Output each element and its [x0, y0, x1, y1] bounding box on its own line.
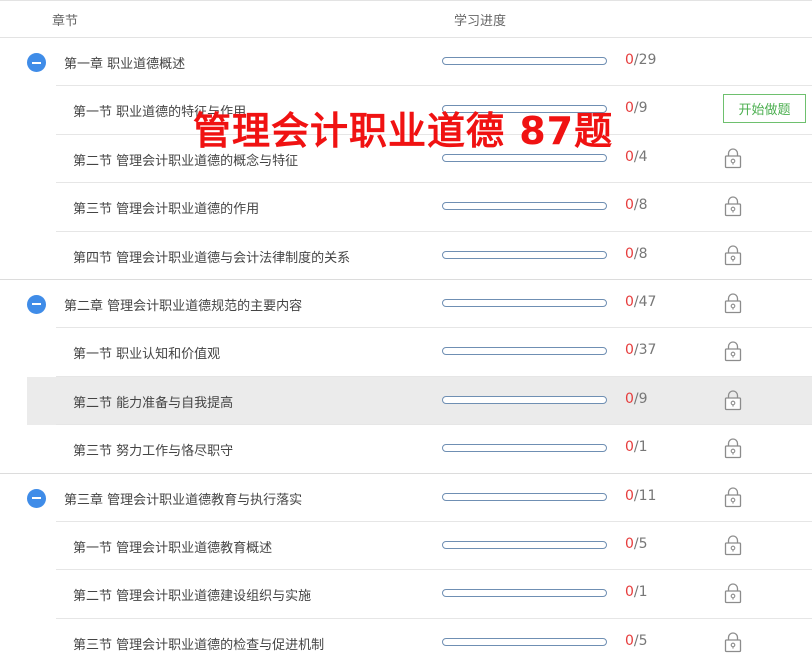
done-count: 0: [625, 293, 634, 310]
progress-bar: [442, 637, 607, 646]
chapter-row[interactable]: 第三章 管理会计职业道德教育与执行落实 0/11: [0, 474, 812, 523]
done-count: 0: [625, 632, 634, 649]
total-count: /8: [633, 245, 648, 262]
lock-icon: [724, 631, 742, 653]
lock-icon: [724, 292, 742, 314]
progress-bar: [442, 298, 607, 307]
total-count: /8: [633, 197, 648, 214]
done-count: 0: [625, 197, 634, 214]
lock-icon: [724, 244, 742, 266]
lock-icon: [724, 195, 742, 217]
total-count: /4: [633, 148, 648, 165]
progress-bar: [442, 57, 607, 65]
progress-count: 0/9: [625, 100, 648, 116]
progress-bar: [442, 492, 607, 501]
row-title: 第一节 管理会计职业道德教育概述: [73, 540, 273, 556]
chapter-row[interactable]: 第一章 职业道德概述 0/29: [0, 38, 812, 87]
row-title: 第三章 管理会计职业道德教育与执行落实: [64, 492, 303, 508]
progress-count: 0/9: [625, 391, 648, 407]
done-count: 0: [625, 390, 634, 407]
row-title: 第一章 职业道德概述: [64, 57, 186, 72]
done-count: 0: [625, 52, 634, 68]
done-count: 0: [625, 100, 634, 117]
section-row[interactable]: 第四节 管理会计职业道德与会计法律制度的关系 0/8: [0, 232, 812, 281]
done-count: 0: [625, 439, 634, 456]
total-count: /29: [633, 52, 657, 68]
done-count: 0: [625, 584, 634, 601]
total-count: /11: [633, 487, 657, 504]
progress-count: 0/47: [625, 294, 656, 310]
progress-bar: [442, 540, 607, 549]
section-row[interactable]: 第二节 能力准备与自我提高 0/9: [0, 376, 812, 426]
total-count: /47: [633, 293, 657, 310]
total-count: /9: [633, 100, 648, 117]
row-title: 第三节 管理会计职业道德的检查与促进机制: [73, 637, 325, 653]
done-count: 0: [625, 535, 634, 552]
section-row[interactable]: 第三节 努力工作与恪尽职守 0/1: [0, 425, 812, 474]
row-title: 第四节 管理会计职业道德与会计法律制度的关系: [73, 250, 351, 266]
progress-column-header: 学习进度: [454, 14, 507, 29]
section-row[interactable]: 第一节 管理会计职业道德教育概述 0/5: [0, 522, 812, 571]
total-count: /37: [633, 342, 657, 359]
progress-count: 0/1: [625, 439, 648, 455]
watermark-title: 管理会计职业道德 87题: [193, 109, 614, 153]
progress-count: 0/37: [625, 342, 656, 358]
section-row[interactable]: 第二节 管理会计职业道德建设组织与实施 0/1: [0, 570, 812, 620]
total-count: /1: [633, 584, 648, 601]
collapse-toggle-icon[interactable]: [27, 53, 46, 72]
section-row[interactable]: 第三节 管理会计职业道德的作用 0/8: [0, 183, 812, 232]
done-count: 0: [625, 148, 634, 165]
lock-icon: [724, 389, 742, 411]
row-title: 第三节 努力工作与恪尽职守: [73, 444, 234, 460]
lock-icon: [724, 486, 742, 508]
row-title: 第二章 管理会计职业道德规范的主要内容: [64, 298, 303, 314]
done-count: 0: [625, 245, 634, 262]
lock-icon: [724, 147, 742, 169]
collapse-toggle-icon[interactable]: [27, 488, 46, 508]
lock-icon: [724, 437, 742, 459]
table-header: 章节 学习进度: [0, 0, 812, 38]
row-title: 第二节 管理会计职业道德建设组织与实施: [73, 589, 312, 605]
total-count: /5: [633, 632, 648, 649]
total-count: /1: [633, 439, 648, 456]
lock-icon: [724, 582, 742, 604]
section-row[interactable]: 第一节 职业认知和价值观 0/37: [0, 328, 812, 378]
chapter-column-header: 章节: [52, 14, 79, 29]
progress-bar: [442, 347, 607, 356]
row-title: 第二节 能力准备与自我提高: [73, 395, 234, 411]
progress-count: 0/8: [625, 246, 648, 262]
progress-bar: [442, 589, 607, 598]
progress-bar: [442, 395, 607, 404]
progress-bar: [442, 202, 607, 211]
section-row[interactable]: 第三节 管理会计职业道德的检查与促进机制 0/5: [0, 619, 812, 667]
row-title: 第一节 职业认知和价值观: [73, 347, 221, 363]
start-practice-button[interactable]: 开始做题: [723, 94, 806, 124]
progress-count: 0/1: [625, 584, 648, 600]
done-count: 0: [625, 487, 634, 504]
progress-count: 0/5: [625, 633, 648, 649]
lock-icon: [724, 534, 742, 556]
row-title: 第三节 管理会计职业道德的作用: [73, 202, 260, 218]
progress-count: 0/29: [625, 52, 656, 68]
progress-count: 0/5: [625, 536, 648, 552]
total-count: /9: [633, 390, 648, 407]
progress-bar: [442, 250, 607, 259]
done-count: 0: [625, 342, 634, 359]
progress-count: 0/11: [625, 488, 656, 504]
lock-icon: [724, 340, 742, 362]
collapse-toggle-icon[interactable]: [27, 294, 46, 314]
progress-bar: [442, 444, 607, 453]
chapter-row[interactable]: 第二章 管理会计职业道德规范的主要内容 0/47: [0, 280, 812, 329]
progress-count: 0/4: [625, 149, 648, 165]
progress-count: 0/8: [625, 197, 648, 213]
total-count: /5: [633, 535, 648, 552]
